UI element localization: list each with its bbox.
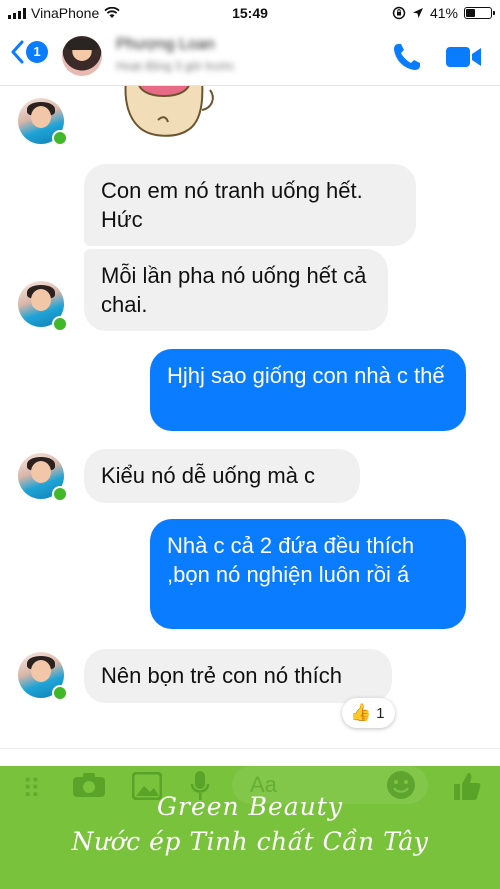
lock-rotation-icon (392, 6, 406, 20)
contact-avatar[interactable] (62, 36, 102, 76)
online-indicator (52, 685, 68, 701)
battery-fill (466, 9, 475, 17)
thumbs-up-icon: 👍 (350, 703, 372, 722)
message-list[interactable]: Con em nó tranh uống hết. Hức Mỗi lần ph… (0, 86, 500, 748)
contact-name[interactable]: Phượng Loan (116, 36, 215, 54)
contact-status: Hoạt động 3 giờ trước (116, 59, 235, 73)
sticker-image (124, 86, 214, 137)
phone-icon[interactable] (390, 40, 424, 74)
back-chevron-icon (11, 40, 24, 64)
promo-banner: ⠿ Aa Green Beauty Nước ép Tinh chất Cần … (0, 766, 500, 889)
status-right: 41% (392, 5, 495, 21)
video-camera-icon[interactable] (444, 43, 484, 71)
location-arrow-icon (412, 8, 423, 18)
back-button[interactable]: 1 (10, 40, 48, 64)
message-bubble-incoming[interactable]: Mỗi lần pha nó uống hết cả chai. (84, 249, 388, 331)
message-bubble-outgoing[interactable]: Hjhj sao giống con nhà c thế (150, 349, 466, 431)
conversation-header: 1 Phượng Loan Hoạt động 3 giờ trước (0, 26, 500, 86)
message-bubble-outgoing[interactable]: Nhà c cả 2 đứa đều thích ,bọn nó nghiện … (150, 519, 466, 629)
unread-badge: 1 (26, 41, 48, 63)
message-bubble-incoming[interactable]: Nên bọn trẻ con nó thích (84, 649, 392, 703)
online-indicator (52, 316, 68, 332)
reaction-count: 1 (376, 704, 385, 722)
battery-icon (464, 7, 495, 19)
message-bubble-incoming[interactable]: Kiểu nó dễ uống mà c (84, 449, 360, 503)
status-bar: VinaPhone 15:49 41% (0, 0, 500, 26)
composer-bar (0, 748, 500, 767)
battery-percent: 41% (429, 5, 458, 21)
banner-title: Green Beauty (157, 792, 343, 821)
message-bubble-incoming[interactable]: Con em nó tranh uống hết. Hức (84, 164, 416, 246)
message-reaction[interactable]: 👍 1 (342, 698, 395, 728)
online-indicator (52, 486, 68, 502)
banner-subtitle: Nước ép Tinh chất Cần Tây (71, 827, 429, 856)
online-indicator (52, 130, 68, 146)
